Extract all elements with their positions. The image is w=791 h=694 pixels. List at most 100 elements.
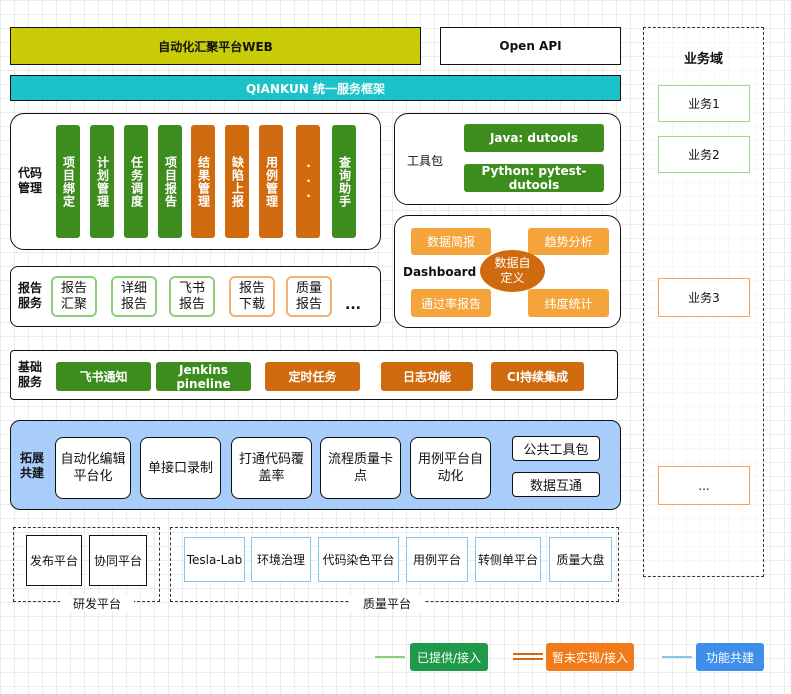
business-domain-title: 业务域 [683,52,723,67]
dev-platform-item-label: 发布平台 [29,554,78,568]
extend-item-0: 自动化编辑平台化 [55,437,131,499]
business-item-3: 业务3 [658,278,750,317]
basic-item-2-label: 定时任务 [288,369,337,384]
python-dutools-button: Python: pytest-dutools [464,164,604,192]
dashboard-item-brief: 数据简报 [411,228,491,255]
report-item-3: 报告下载 [229,276,275,317]
code-item-5: 缺陷上报 [225,125,249,238]
quality-item-5-label: 质量大盘 [556,553,605,567]
python-dutools-label: Python: pytest-dutools [481,164,587,192]
report-item-4: 质量报告 [286,276,332,317]
extend-small-label: 数据互通 [529,479,582,494]
code-item-1-label: 计划管理 [95,155,110,208]
basic-item-0: 飞书通知 [56,362,151,391]
dashboard-item-trend: 趋势分析 [528,228,609,255]
dashboard-center-label: 数据自定义 [494,256,531,285]
extend-public-toolkit: 公共工具包 [512,436,600,461]
legend-line-blue [662,656,692,658]
basic-service-panel: 基础服务 飞书通知 Jenkins pineline 定时任务 日志功能 CI持续集成 [10,350,618,400]
code-item-7-label: ··· [301,159,316,204]
business-item-label: 业务1 [688,97,720,111]
business-item-more: ... [658,466,750,505]
report-item-4-label: 质量报告 [295,280,322,312]
toolkit-panel: 工具包 Java: dutools Python: pytest-dutools [394,113,621,205]
quality-item-0-label: Tesla-Lab [186,552,243,567]
report-more-label: ... [345,297,361,313]
code-item-6-label: 用例管理 [264,155,279,208]
quality-item-1-label: 环境治理 [256,553,305,567]
quality-item-2: 代码染色平台 [318,537,399,582]
basic-item-3-label: 日志功能 [402,369,451,384]
basic-item-1: Jenkins pineline [156,362,251,391]
dashboard-item-label: 趋势分析 [544,235,593,249]
extend-label: 拓展共建 [20,451,45,480]
basic-item-4-label: CI持续集成 [506,369,569,384]
basic-item-1-label: Jenkins pineline [176,362,231,391]
java-dutools-button: Java: dutools [464,124,604,152]
report-item-3-label: 报告下载 [238,280,265,312]
qiankun-label: QIANKUN 统一服务框架 [245,81,386,96]
extend-item-1: 单接口录制 [140,437,221,499]
basic-item-4: CI持续集成 [491,362,584,391]
code-management-label: 代码管理 [18,166,43,195]
dashboard-item-pass-rate: 通过率报告 [411,289,491,317]
report-item-0-label: 报告汇聚 [60,280,87,312]
extend-item-2-label: 打通代码覆盖率 [238,452,304,484]
extend-item-2: 打通代码覆盖率 [231,437,312,499]
business-item-label: ... [698,478,710,493]
report-item-1-label: 详细报告 [120,280,147,312]
legend-line-green [375,656,405,658]
code-item-0: 项目绑定 [56,125,80,238]
extend-item-1-label: 单接口录制 [147,460,213,476]
code-item-6: 用例管理 [259,125,283,238]
web-platform-box: 自动化汇聚平台WEB [10,27,421,65]
business-item-label: 业务2 [688,148,720,162]
legend-line-orange [513,653,543,660]
code-item-3: 项目报告 [158,125,182,238]
quality-item-4: 转侧单平台 [475,537,541,582]
dashboard-item-label: 通过率报告 [420,296,481,311]
extend-item-4: 用例平台自动化 [410,437,491,499]
open-api-box: Open API [440,27,621,65]
dev-platform-item-label: 协同平台 [93,554,142,568]
legend-not-implemented: 暂未实现/接入 [546,643,634,671]
code-item-0-label: 项目绑定 [61,155,76,208]
report-service-panel: 报告服务 报告汇聚 详细报告 飞书报告 报告下载 质量报告 ... [10,266,381,327]
legend-cobuild: 功能共建 [696,643,764,671]
report-item-0: 报告汇聚 [51,276,97,317]
dev-platform-release: 发布平台 [26,535,82,586]
extend-small-label: 公共工具包 [523,443,589,458]
quality-item-3-label: 用例平台 [412,553,461,567]
legend-cobuild-label: 功能共建 [705,650,754,665]
quality-item-1: 环境治理 [251,537,311,582]
code-item-4: 结果管理 [191,125,215,238]
quality-platform-label-text: 质量平台 [362,596,411,611]
legend-provided: 已提供/接入 [410,643,488,671]
extend-item-3: 流程质量卡点 [320,437,401,499]
quality-item-0: Tesla-Lab [184,537,245,582]
report-item-2-label: 飞书报告 [178,280,205,312]
report-item-2: 飞书报告 [169,276,215,317]
extend-item-4-label: 用例平台自动化 [417,452,483,484]
dev-platform-collab: 协同平台 [89,535,147,586]
quality-item-5: 质量大盘 [549,537,612,582]
quality-item-2-label: 代码染色平台 [322,553,395,567]
extend-item-3-label: 流程质量卡点 [327,452,393,484]
extend-data-exchange: 数据互通 [512,472,600,497]
quality-item-4-label: 转侧单平台 [477,553,538,567]
report-item-1: 详细报告 [111,276,157,317]
business-item-2: 业务2 [658,136,750,173]
code-item-8-label: 查询助手 [337,155,352,208]
quality-platform-group: Tesla-Lab 环境治理 代码染色平台 用例平台 转侧单平台 质量大盘 [170,527,619,602]
java-dutools-label: Java: dutools [489,131,579,145]
business-item-label: 业务3 [688,291,720,305]
business-item-1: 业务1 [658,85,750,122]
dev-platform-group: 发布平台 协同平台 [13,527,160,602]
code-item-2-label: 任务调度 [129,155,144,208]
legend-not-implemented-label: 暂未实现/接入 [551,650,629,665]
dashboard-panel: Dashboard 数据简报 趋势分析 通过率报告 纬度统计 数据自定义 [394,215,621,328]
legend-provided-label: 已提供/接入 [416,650,482,665]
code-item-5-label: 缺陷上报 [230,155,245,208]
report-service-label: 报告服务 [18,281,43,310]
dashboard-item-label: 纬度统计 [544,296,593,311]
